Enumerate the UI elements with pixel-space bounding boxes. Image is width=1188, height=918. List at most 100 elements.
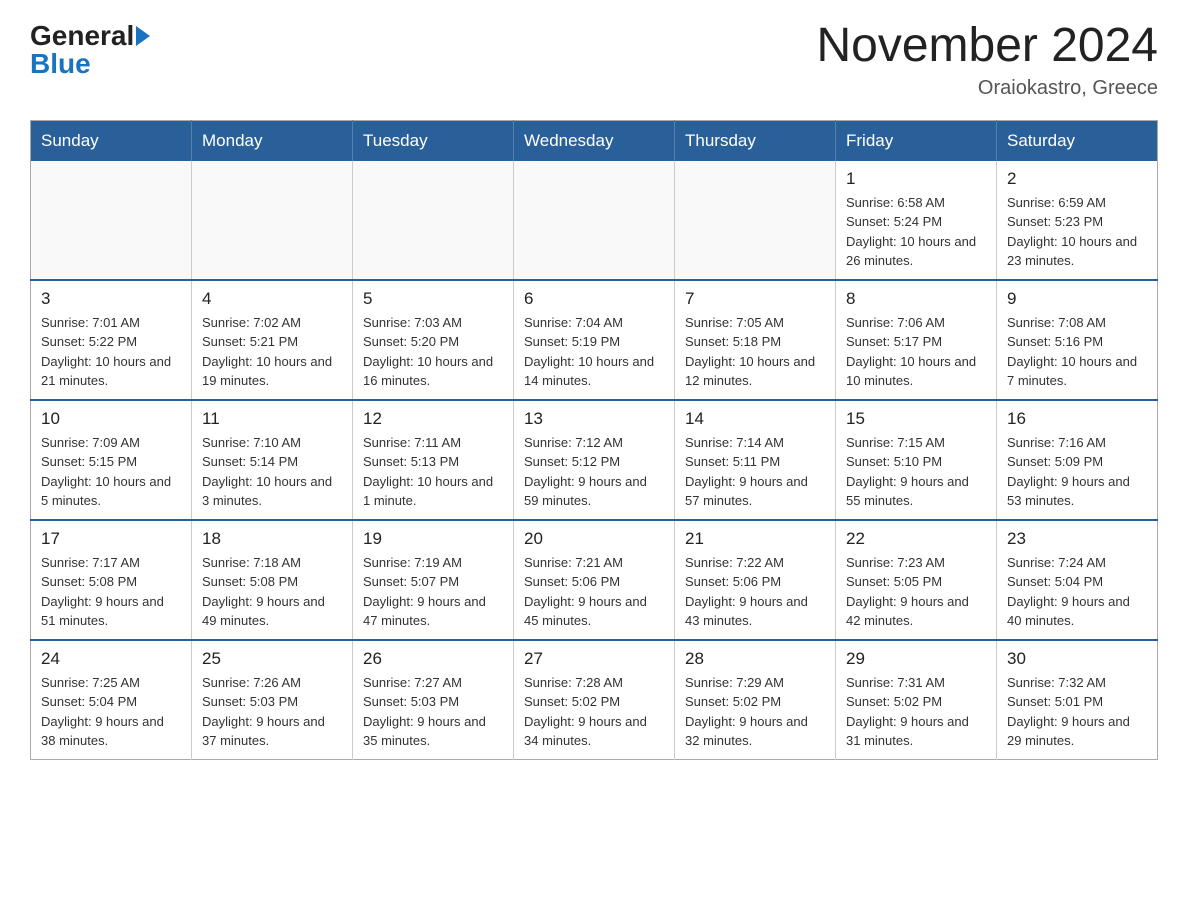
- day-info: Sunrise: 7:14 AM Sunset: 5:11 PM Dayligh…: [685, 433, 825, 511]
- day-number: 30: [1007, 649, 1147, 669]
- day-info: Sunrise: 7:08 AM Sunset: 5:16 PM Dayligh…: [1007, 313, 1147, 391]
- day-number: 15: [846, 409, 986, 429]
- day-info: Sunrise: 7:28 AM Sunset: 5:02 PM Dayligh…: [524, 673, 664, 751]
- day-cell: 2 Sunrise: 6:59 AM Sunset: 5:23 PM Daylig…: [997, 161, 1158, 280]
- location-text: Oraiokastro, Greece: [816, 77, 1158, 100]
- day-number: 8: [846, 289, 986, 309]
- logo-arrow-icon: [136, 26, 150, 46]
- week-row-2: 3 Sunrise: 7:01 AM Sunset: 5:22 PM Daylig…: [31, 280, 1158, 400]
- day-cell: [675, 161, 836, 280]
- day-info: Sunrise: 6:59 AM Sunset: 5:23 PM Dayligh…: [1007, 193, 1147, 271]
- day-cell: 21 Sunrise: 7:22 AM Sunset: 5:06 PM Dayli…: [675, 520, 836, 640]
- day-cell: 13Sunrise: 7:12 AM Sunset: 5:12 PM Dayli…: [514, 400, 675, 520]
- calendar-table: SundayMondayTuesdayWednesdayThursdayFrid…: [30, 120, 1158, 760]
- day-number: 2: [1007, 169, 1147, 189]
- day-cell: [514, 161, 675, 280]
- day-header-thursday: Thursday: [675, 120, 836, 161]
- day-header-wednesday: Wednesday: [514, 120, 675, 161]
- week-row-4: 17 Sunrise: 7:17 AM Sunset: 5:08 PM Dayli…: [31, 520, 1158, 640]
- day-info: Sunrise: 7:03 AM Sunset: 5:20 PM Dayligh…: [363, 313, 503, 391]
- day-info: Sunrise: 7:16 AM Sunset: 5:09 PM Dayligh…: [1007, 433, 1147, 511]
- day-cell: 11 Sunrise: 7:10 AM Sunset: 5:14 PM Dayli…: [192, 400, 353, 520]
- day-cell: 7 Sunrise: 7:05 AM Sunset: 5:18 PM Daylig…: [675, 280, 836, 400]
- day-info: Sunrise: 7:29 AM Sunset: 5:02 PM Dayligh…: [685, 673, 825, 751]
- day-cell: 19Sunrise: 7:19 AM Sunset: 5:07 PM Dayli…: [353, 520, 514, 640]
- day-info: Sunrise: 7:09 AM Sunset: 5:15 PM Dayligh…: [41, 433, 181, 511]
- day-number: 12: [363, 409, 503, 429]
- day-info: Sunrise: 7:26 AM Sunset: 5:03 PM Dayligh…: [202, 673, 342, 751]
- day-cell: 16Sunrise: 7:16 AM Sunset: 5:09 PM Dayli…: [997, 400, 1158, 520]
- day-info: Sunrise: 7:24 AM Sunset: 5:04 PM Dayligh…: [1007, 553, 1147, 631]
- week-row-5: 24 Sunrise: 7:25 AM Sunset: 5:04 PM Dayli…: [31, 640, 1158, 760]
- day-number: 3: [41, 289, 181, 309]
- day-cell: 6 Sunrise: 7:04 AM Sunset: 5:19 PM Daylig…: [514, 280, 675, 400]
- day-headers-row: SundayMondayTuesdayWednesdayThursdayFrid…: [31, 120, 1158, 161]
- day-number: 26: [363, 649, 503, 669]
- day-cell: 1 Sunrise: 6:58 AM Sunset: 5:24 PM Daylig…: [836, 161, 997, 280]
- day-cell: 8Sunrise: 7:06 AM Sunset: 5:17 PM Daylig…: [836, 280, 997, 400]
- day-cell: 24 Sunrise: 7:25 AM Sunset: 5:04 PM Dayli…: [31, 640, 192, 760]
- month-title: November 2024: [816, 20, 1158, 73]
- week-row-1: 1 Sunrise: 6:58 AM Sunset: 5:24 PM Daylig…: [31, 161, 1158, 280]
- day-info: Sunrise: 7:04 AM Sunset: 5:19 PM Dayligh…: [524, 313, 664, 391]
- day-cell: [192, 161, 353, 280]
- day-info: Sunrise: 7:22 AM Sunset: 5:06 PM Dayligh…: [685, 553, 825, 631]
- day-number: 28: [685, 649, 825, 669]
- day-cell: 14Sunrise: 7:14 AM Sunset: 5:11 PM Dayli…: [675, 400, 836, 520]
- day-header-sunday: Sunday: [31, 120, 192, 161]
- day-number: 25: [202, 649, 342, 669]
- day-number: 29: [846, 649, 986, 669]
- day-info: Sunrise: 7:31 AM Sunset: 5:02 PM Dayligh…: [846, 673, 986, 751]
- day-cell: 20 Sunrise: 7:21 AM Sunset: 5:06 PM Dayli…: [514, 520, 675, 640]
- day-number: 18: [202, 529, 342, 549]
- day-number: 23: [1007, 529, 1147, 549]
- day-info: Sunrise: 7:02 AM Sunset: 5:21 PM Dayligh…: [202, 313, 342, 391]
- day-info: Sunrise: 7:05 AM Sunset: 5:18 PM Dayligh…: [685, 313, 825, 391]
- day-number: 22: [846, 529, 986, 549]
- day-info: Sunrise: 7:10 AM Sunset: 5:14 PM Dayligh…: [202, 433, 342, 511]
- day-info: Sunrise: 7:01 AM Sunset: 5:22 PM Dayligh…: [41, 313, 181, 391]
- day-cell: 27 Sunrise: 7:28 AM Sunset: 5:02 PM Dayli…: [514, 640, 675, 760]
- day-info: Sunrise: 6:58 AM Sunset: 5:24 PM Dayligh…: [846, 193, 986, 271]
- day-cell: 28 Sunrise: 7:29 AM Sunset: 5:02 PM Dayli…: [675, 640, 836, 760]
- day-info: Sunrise: 7:19 AM Sunset: 5:07 PM Dayligh…: [363, 553, 503, 631]
- title-section: November 2024 Oraiokastro, Greece: [816, 20, 1158, 100]
- day-cell: 30 Sunrise: 7:32 AM Sunset: 5:01 PM Dayli…: [997, 640, 1158, 760]
- day-cell: 17 Sunrise: 7:17 AM Sunset: 5:08 PM Dayli…: [31, 520, 192, 640]
- day-number: 6: [524, 289, 664, 309]
- day-number: 27: [524, 649, 664, 669]
- day-header-friday: Friday: [836, 120, 997, 161]
- day-cell: 25 Sunrise: 7:26 AM Sunset: 5:03 PM Dayli…: [192, 640, 353, 760]
- day-number: 17: [41, 529, 181, 549]
- day-info: Sunrise: 7:18 AM Sunset: 5:08 PM Dayligh…: [202, 553, 342, 631]
- day-number: 4: [202, 289, 342, 309]
- day-cell: 4 Sunrise: 7:02 AM Sunset: 5:21 PM Daylig…: [192, 280, 353, 400]
- day-number: 11: [202, 409, 342, 429]
- day-number: 1: [846, 169, 986, 189]
- day-info: Sunrise: 7:17 AM Sunset: 5:08 PM Dayligh…: [41, 553, 181, 631]
- day-cell: 10 Sunrise: 7:09 AM Sunset: 5:15 PM Dayli…: [31, 400, 192, 520]
- day-cell: 18 Sunrise: 7:18 AM Sunset: 5:08 PM Dayli…: [192, 520, 353, 640]
- day-cell: 9Sunrise: 7:08 AM Sunset: 5:16 PM Daylig…: [997, 280, 1158, 400]
- day-info: Sunrise: 7:23 AM Sunset: 5:05 PM Dayligh…: [846, 553, 986, 631]
- day-number: 7: [685, 289, 825, 309]
- day-cell: 3 Sunrise: 7:01 AM Sunset: 5:22 PM Daylig…: [31, 280, 192, 400]
- logo-blue-text: Blue: [30, 48, 91, 80]
- day-number: 21: [685, 529, 825, 549]
- day-cell: 29 Sunrise: 7:31 AM Sunset: 5:02 PM Dayli…: [836, 640, 997, 760]
- day-number: 24: [41, 649, 181, 669]
- day-number: 5: [363, 289, 503, 309]
- day-info: Sunrise: 7:11 AM Sunset: 5:13 PM Dayligh…: [363, 433, 503, 511]
- day-header-monday: Monday: [192, 120, 353, 161]
- logo: General Blue: [30, 20, 150, 80]
- day-info: Sunrise: 7:32 AM Sunset: 5:01 PM Dayligh…: [1007, 673, 1147, 751]
- day-cell: [31, 161, 192, 280]
- day-number: 20: [524, 529, 664, 549]
- day-info: Sunrise: 7:15 AM Sunset: 5:10 PM Dayligh…: [846, 433, 986, 511]
- day-cell: [353, 161, 514, 280]
- day-info: Sunrise: 7:25 AM Sunset: 5:04 PM Dayligh…: [41, 673, 181, 751]
- day-info: Sunrise: 7:21 AM Sunset: 5:06 PM Dayligh…: [524, 553, 664, 631]
- day-cell: 15 Sunrise: 7:15 AM Sunset: 5:10 PM Dayli…: [836, 400, 997, 520]
- page-header: General Blue November 2024 Oraiokastro, …: [30, 20, 1158, 100]
- day-number: 10: [41, 409, 181, 429]
